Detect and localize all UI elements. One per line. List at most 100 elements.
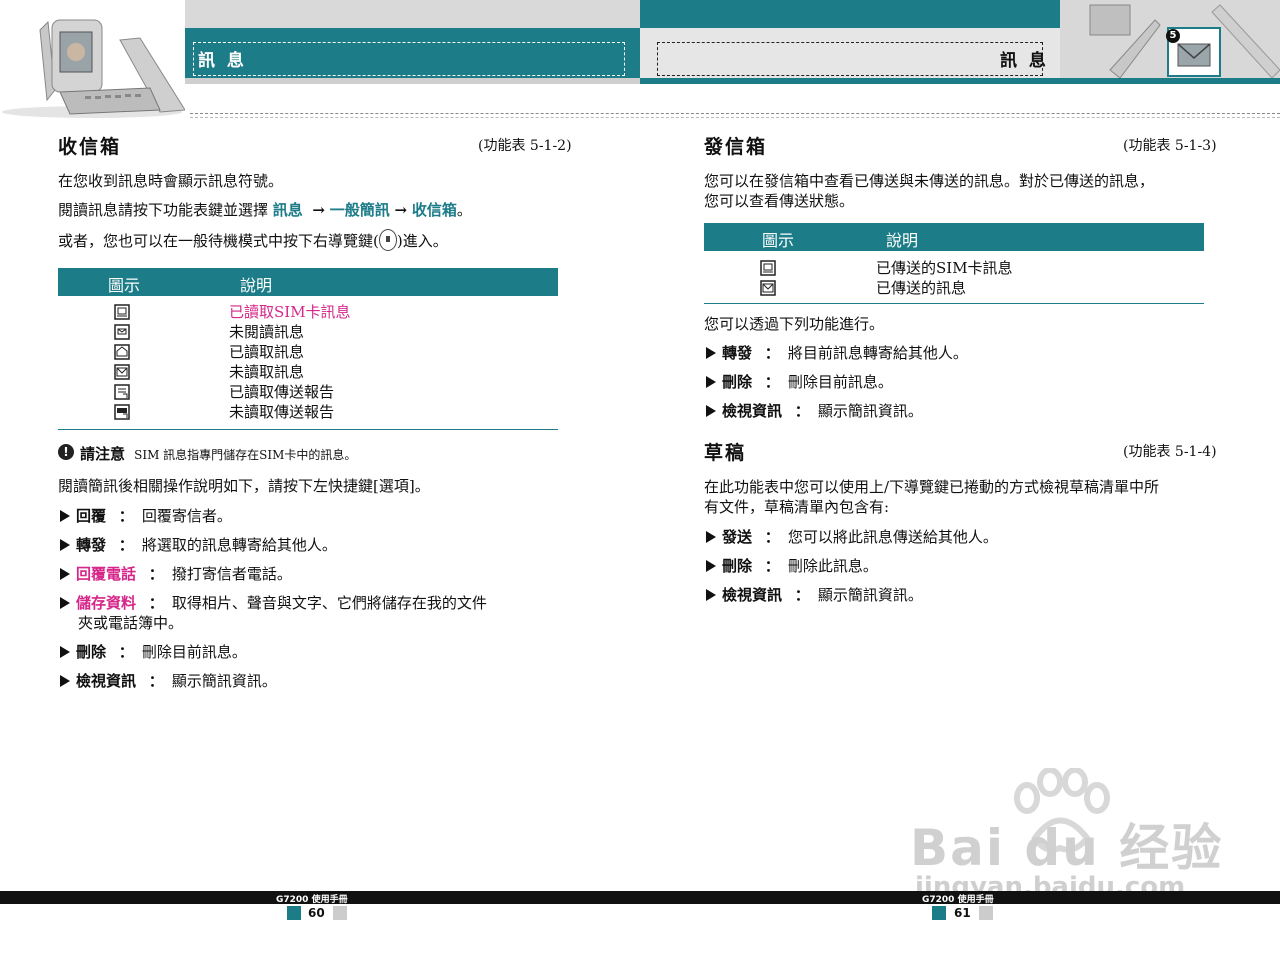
header-band-left-top: [185, 0, 640, 28]
table-row-desc: 未閱讀訊息: [229, 323, 305, 341]
chapter-badge-number: 5: [1169, 30, 1177, 41]
page-number-left: 60: [308, 906, 325, 920]
option-reply: 回覆 ： 回覆寄信者。: [60, 506, 232, 526]
option-sep: ：: [118, 507, 134, 525]
col-desc-header: 說明: [240, 276, 273, 295]
drafts-option-delete: 刪除 ： 刪除此訊息。: [706, 556, 878, 576]
inbox-alt-instruction: 或者，您也可以在一般待機模式中按下右導覽鍵()進入。: [58, 229, 448, 251]
header-title-left: 訊 息: [198, 51, 247, 71]
nav-key-icon: [378, 229, 397, 251]
chapter-badge: 5: [1166, 29, 1180, 43]
table-row-desc: 未讀取訊息: [229, 363, 305, 381]
nav-end: 。: [456, 201, 472, 219]
option-save-data: 儲存資料 ： 取得相片、聲音與文字、它們將儲存在我的文件: [60, 593, 487, 613]
page-marker-right-end: [979, 906, 993, 920]
header-band-right-top: [640, 0, 1060, 28]
header-band-right-bottom: [640, 78, 1280, 84]
unread-report-icon: [114, 404, 130, 424]
table-row-desc: 已傳送的SIM卡訊息: [876, 259, 1013, 277]
note-label: 請注意: [80, 445, 126, 463]
outbox-intro-1: 您可以在發信箱中查看已傳送與未傳送的訊息。對於已傳送的訊息，: [704, 172, 1155, 190]
table-row-desc: 未讀取傳送報告: [229, 403, 335, 421]
drafts-title: 草稿: [704, 442, 747, 464]
header-divider: [190, 113, 1280, 114]
sim-unread-icon: [114, 324, 130, 344]
footer-bar: [0, 891, 1280, 904]
table-row-desc: 已傳送的訊息: [876, 279, 967, 297]
outbox-options-intro: 您可以透過下列功能進行。: [704, 315, 885, 333]
option-sep: ：: [148, 672, 164, 690]
option-label: 回覆: [76, 507, 107, 525]
option-view-info: 檢視資訊 ： 顯示簡訊資訊。: [60, 671, 277, 691]
outbox-option-forward: 轉發 ： 將目前訊息轉寄給其他人。: [706, 343, 968, 363]
option-label: 檢視資訊: [722, 586, 783, 604]
watermark-brand: Bai du 经验: [910, 819, 1224, 877]
option-text: 顯示簡訊資訊。: [171, 672, 277, 690]
option-label: 刪除: [722, 557, 753, 575]
option-text: 將選取的訊息轉寄給其他人。: [141, 536, 337, 554]
option-sep: ：: [764, 557, 780, 575]
sent-message-icon: [760, 280, 776, 300]
read-message-icon: [114, 344, 130, 364]
phone-illustration-left: [0, 0, 186, 118]
drafts-menu-ref: (功能表 5-1-4): [1123, 444, 1217, 460]
nav-messages: 訊息: [272, 201, 303, 219]
outbox-option-view-info: 檢視資訊 ： 顯示簡訊資訊。: [706, 401, 923, 421]
col-desc-header: 說明: [886, 231, 919, 250]
option-call-back: 回覆電話 ： 撥打寄信者電話。: [60, 564, 292, 584]
option-sep: ：: [118, 536, 134, 554]
option-text: 顯示簡訊資訊。: [817, 586, 923, 604]
option-label: 刪除: [722, 373, 753, 391]
option-label: 轉發: [76, 536, 107, 554]
outbox-table-header: 圖示 說明: [704, 223, 1204, 251]
alt-prefix: 或者，您也可以在一般待機模式中按下右導覽鍵(: [58, 232, 379, 250]
inbox-table-rule: [58, 429, 558, 430]
page-marker-left-end: [333, 906, 347, 920]
page-marker-left: [287, 906, 301, 920]
page-number-right: 61: [954, 906, 971, 920]
unread-message-icon: [114, 364, 130, 384]
option-label: 轉發: [722, 344, 753, 362]
outbox-title: 發信箱: [704, 136, 768, 158]
header-divider-2: [190, 117, 1280, 118]
nav-sms: 一般簡訊: [329, 201, 390, 219]
option-sep: ：: [794, 586, 810, 604]
option-text: 回覆寄信者。: [141, 507, 232, 525]
inbox-options-intro: 閱讀簡訊後相關操作說明如下，請按下左快捷鍵[選項]。: [58, 477, 430, 495]
option-sep: ：: [764, 373, 780, 391]
table-row-desc: 已讀取傳送報告: [229, 383, 335, 401]
page-marker-right: [932, 906, 946, 920]
nav-prefix: 閱讀訊息請按下功能表鍵並選擇: [58, 201, 269, 219]
inbox-nav-instruction: 閱讀訊息請按下功能表鍵並選擇 訊息 → 一般簡訊 → 收信箱。: [58, 200, 472, 220]
option-label: 回覆電話: [76, 565, 137, 583]
header-title-right: 訊 息: [1000, 51, 1049, 71]
option-label: 檢視資訊: [722, 402, 783, 420]
option-text: 顯示簡訊資訊。: [817, 402, 923, 420]
col-icon-header: 圖示: [108, 276, 141, 295]
nav-arrow-2: →: [394, 201, 408, 219]
option-text: 刪除目前訊息。: [787, 373, 893, 391]
note-text: SIM 訊息指專門儲存在SIM卡中的訊息。: [134, 448, 357, 462]
footer-manual-right: G7200 使用手冊: [922, 895, 994, 905]
option-save-data-cont: 夾或電話簿中。: [78, 614, 184, 632]
nav-arrow-1: →: [312, 201, 325, 219]
outbox-intro-2: 您可以查看傳送狀態。: [704, 192, 855, 210]
option-sep: ：: [794, 402, 810, 420]
option-sep: ：: [764, 528, 780, 546]
option-sep: ：: [148, 565, 164, 583]
option-sep: ：: [764, 344, 780, 362]
option-text: 刪除目前訊息。: [141, 643, 247, 661]
inbox-intro: 在您收到訊息時會顯示訊息符號。: [58, 172, 284, 190]
option-text: 您可以將此訊息傳送給其他人。: [787, 528, 998, 546]
option-text: 刪除此訊息。: [787, 557, 878, 575]
sim-read-icon: [114, 304, 130, 324]
outbox-table-rule: [704, 303, 1204, 304]
option-forward: 轉發 ： 將選取的訊息轉寄給其他人。: [60, 535, 337, 555]
option-label: 發送: [722, 528, 753, 546]
table-row-desc: 已讀取訊息: [229, 343, 305, 361]
footer-manual-left: G7200 使用手冊: [276, 895, 348, 905]
option-label: 儲存資料: [76, 594, 137, 612]
header-frame-left: [193, 42, 625, 76]
sim-note: 請注意 SIM 訊息指專門儲存在SIM卡中的訊息。: [80, 443, 356, 464]
outbox-option-delete: 刪除 ： 刪除目前訊息。: [706, 372, 893, 392]
